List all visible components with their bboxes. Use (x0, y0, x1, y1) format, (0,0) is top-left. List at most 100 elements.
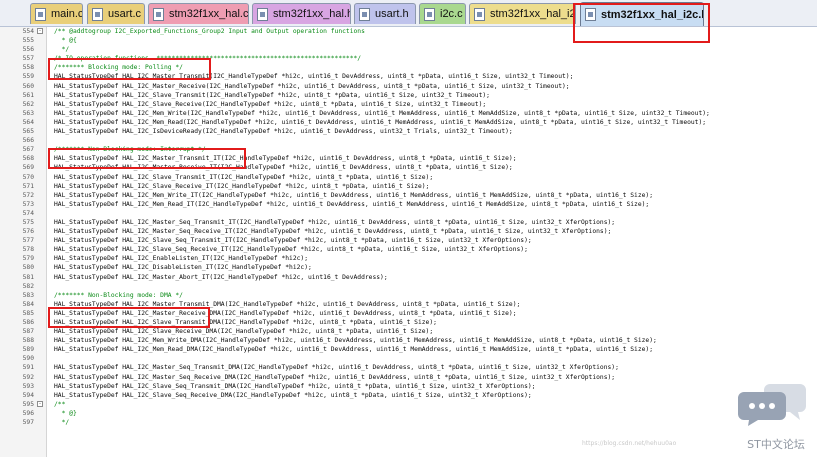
tab-stm32f1xx-hal-c[interactable]: stm32f1xx_hal.c (148, 3, 249, 24)
tab-label: i2c.c (440, 8, 463, 20)
chat-bubble-icon (738, 384, 806, 426)
code-line[interactable]: 556 */ (0, 45, 817, 54)
line-number: 560 (22, 82, 34, 90)
line-number: 556 (22, 46, 34, 54)
code-text: HAL_StatusTypeDef HAL_I2C_IsDeviceReady(… (54, 128, 513, 136)
tab-label: main.c (51, 8, 83, 20)
code-line[interactable]: 589 HAL_StatusTypeDef HAL_I2C_Mem_Read_DM… (0, 345, 817, 354)
line-number: 569 (22, 164, 34, 172)
code-line[interactable]: 594 HAL_StatusTypeDef HAL_I2C_Slave_Seq_R… (0, 391, 817, 400)
line-number: 567 (22, 146, 34, 154)
code-line[interactable]: 583 /******* Non-Blocking mode: DMA */ (0, 291, 817, 300)
c-file-icon (92, 7, 103, 21)
tab-stm32f1xx-hal-i2c-c[interactable]: stm32f1xx_hal_i2c.c (469, 3, 576, 24)
code-line[interactable]: 582 (0, 282, 817, 291)
fold-toggle-icon[interactable]: - (37, 400, 43, 407)
code-text: HAL_StatusTypeDef HAL_I2C_Master_Seq_Tra… (54, 364, 619, 372)
code-line[interactable]: 576 HAL_StatusTypeDef HAL_I2C_Master_Seq_… (0, 227, 817, 236)
line-number: 581 (22, 273, 34, 281)
line-number: 575 (22, 218, 34, 226)
line-number: 579 (22, 255, 34, 263)
code-line[interactable]: 590 (0, 354, 817, 363)
tab-usart-h[interactable]: usart.h (354, 3, 416, 24)
code-comment: * @{ (54, 37, 77, 45)
code-line[interactable]: 564 HAL_StatusTypeDef HAL_I2C_Mem_Read(I2… (0, 118, 817, 127)
code-line[interactable]: 575 HAL_StatusTypeDef HAL_I2C_Master_Seq_… (0, 218, 817, 227)
watermark-url: https://blog.csdn.net/hehuu0ao (582, 440, 677, 447)
code-comment: */ (54, 46, 70, 54)
code-line[interactable]: 562 HAL_StatusTypeDef HAL_I2C_Slave_Recei… (0, 100, 817, 109)
code-line[interactable]: 593 HAL_StatusTypeDef HAL_I2C_Slave_Seq_T… (0, 382, 817, 391)
highlight-box-active-tab (573, 3, 710, 43)
line-number: 591 (22, 364, 34, 372)
line-number: 573 (22, 200, 34, 208)
line-number: 596 (22, 409, 34, 417)
code-line[interactable]: 597 */ (0, 418, 817, 427)
code-line[interactable]: 581 HAL_StatusTypeDef HAL_I2C_Master_Abor… (0, 273, 817, 282)
code-text: HAL_StatusTypeDef HAL_I2C_Mem_Read(I2C_H… (54, 118, 707, 126)
code-line[interactable]: 596 * @} (0, 409, 817, 418)
line-number: 558 (22, 64, 34, 72)
code-line[interactable]: 587 HAL_StatusTypeDef HAL_I2C_Slave_Recei… (0, 327, 817, 336)
code-line[interactable]: 566 (0, 136, 817, 145)
code-line[interactable]: 574 (0, 209, 817, 218)
line-number: 576 (22, 228, 34, 236)
code-text: HAL_StatusTypeDef HAL_I2C_Mem_Read_IT(I2… (54, 200, 650, 208)
c-file-icon (35, 7, 46, 21)
line-number: 562 (22, 100, 34, 108)
code-line[interactable]: 580 HAL_StatusTypeDef HAL_I2C_DisableList… (0, 263, 817, 272)
highlight-box-dma (48, 307, 210, 328)
line-number: 574 (22, 209, 34, 217)
code-line[interactable]: 579 HAL_StatusTypeDef HAL_I2C_EnableListe… (0, 254, 817, 263)
line-number: 572 (22, 191, 34, 199)
code-line[interactable]: 595- /** (0, 400, 817, 409)
tab-main-c[interactable]: main.c (30, 3, 83, 24)
code-line[interactable]: 561 HAL_StatusTypeDef HAL_I2C_Slave_Trans… (0, 91, 817, 100)
line-number: 566 (22, 137, 34, 145)
code-text: HAL_StatusTypeDef HAL_I2C_Master_Seq_Rec… (54, 228, 612, 236)
code-line[interactable]: 577 HAL_StatusTypeDef HAL_I2C_Slave_Seq_T… (0, 236, 817, 245)
code-line[interactable]: 560 HAL_StatusTypeDef HAL_I2C_Master_Rece… (0, 82, 817, 91)
line-number: 587 (22, 328, 34, 336)
code-text: HAL_StatusTypeDef HAL_I2C_Slave_Receive_… (54, 328, 434, 336)
code-text: HAL_StatusTypeDef HAL_I2C_Slave_Seq_Rece… (54, 391, 532, 399)
code-text: HAL_StatusTypeDef HAL_I2C_Master_Seq_Tra… (54, 218, 616, 226)
c-file-icon (424, 7, 435, 21)
code-line[interactable]: 578 HAL_StatusTypeDef HAL_I2C_Slave_Seq_R… (0, 245, 817, 254)
code-text: HAL_StatusTypeDef HAL_I2C_DisableListen_… (54, 264, 312, 272)
code-text: HAL_StatusTypeDef HAL_I2C_Master_Seq_Rec… (54, 373, 616, 381)
code-text: HAL_StatusTypeDef HAL_I2C_Mem_Write(I2C_… (54, 109, 710, 117)
line-number: 585 (22, 309, 34, 317)
line-number: 592 (22, 373, 34, 381)
code-line[interactable]: 570 HAL_StatusTypeDef HAL_I2C_Slave_Trans… (0, 173, 817, 182)
code-line[interactable]: 565 HAL_StatusTypeDef HAL_I2C_IsDeviceRea… (0, 127, 817, 136)
tab-stm32f1xx-hal-h[interactable]: stm32f1xx_hal.h (252, 3, 351, 24)
c-file-icon (153, 7, 164, 21)
line-number: 595 (22, 400, 34, 408)
tab-label: usart.c (108, 8, 142, 20)
line-number: 590 (22, 355, 34, 363)
code-text: HAL_StatusTypeDef HAL_I2C_Mem_Read_DMA(I… (54, 346, 653, 354)
tab-usart-c[interactable]: usart.c (87, 3, 145, 24)
line-number: 582 (22, 282, 34, 290)
code-line[interactable]: 591 HAL_StatusTypeDef HAL_I2C_Master_Seq_… (0, 363, 817, 372)
code-line[interactable]: 572 HAL_StatusTypeDef HAL_I2C_Mem_Write_I… (0, 191, 817, 200)
tab-i2c-c[interactable]: i2c.c (419, 3, 466, 24)
code-editor[interactable]: 554-/** @addtogroup I2C_Exported_Functio… (0, 27, 817, 457)
code-line[interactable]: 588 HAL_StatusTypeDef HAL_I2C_Mem_Write_D… (0, 336, 817, 345)
code-text: HAL_StatusTypeDef HAL_I2C_Slave_Seq_Rece… (54, 246, 528, 254)
tab-label: stm32f1xx_hal_i2c.c (490, 8, 576, 20)
fold-toggle-icon[interactable]: - (37, 28, 43, 34)
code-line[interactable]: 563 HAL_StatusTypeDef HAL_I2C_Mem_Write(I… (0, 109, 817, 118)
line-number: 555 (22, 37, 34, 45)
code-comment: /******* Non-Blocking mode: DMA */ (54, 291, 183, 299)
code-line[interactable]: 573 HAL_StatusTypeDef HAL_I2C_Mem_Read_IT… (0, 200, 817, 209)
code-comment: * @} (54, 409, 77, 417)
line-number: 580 (22, 264, 34, 272)
code-text: HAL_StatusTypeDef HAL_I2C_Slave_Transmit… (54, 173, 434, 181)
highlight-box-polling (48, 58, 211, 80)
code-comment: /** (54, 400, 66, 408)
code-line[interactable]: 592 HAL_StatusTypeDef HAL_I2C_Master_Seq_… (0, 373, 817, 382)
line-number: 557 (22, 55, 34, 63)
code-line[interactable]: 571 HAL_StatusTypeDef HAL_I2C_Slave_Recei… (0, 182, 817, 191)
